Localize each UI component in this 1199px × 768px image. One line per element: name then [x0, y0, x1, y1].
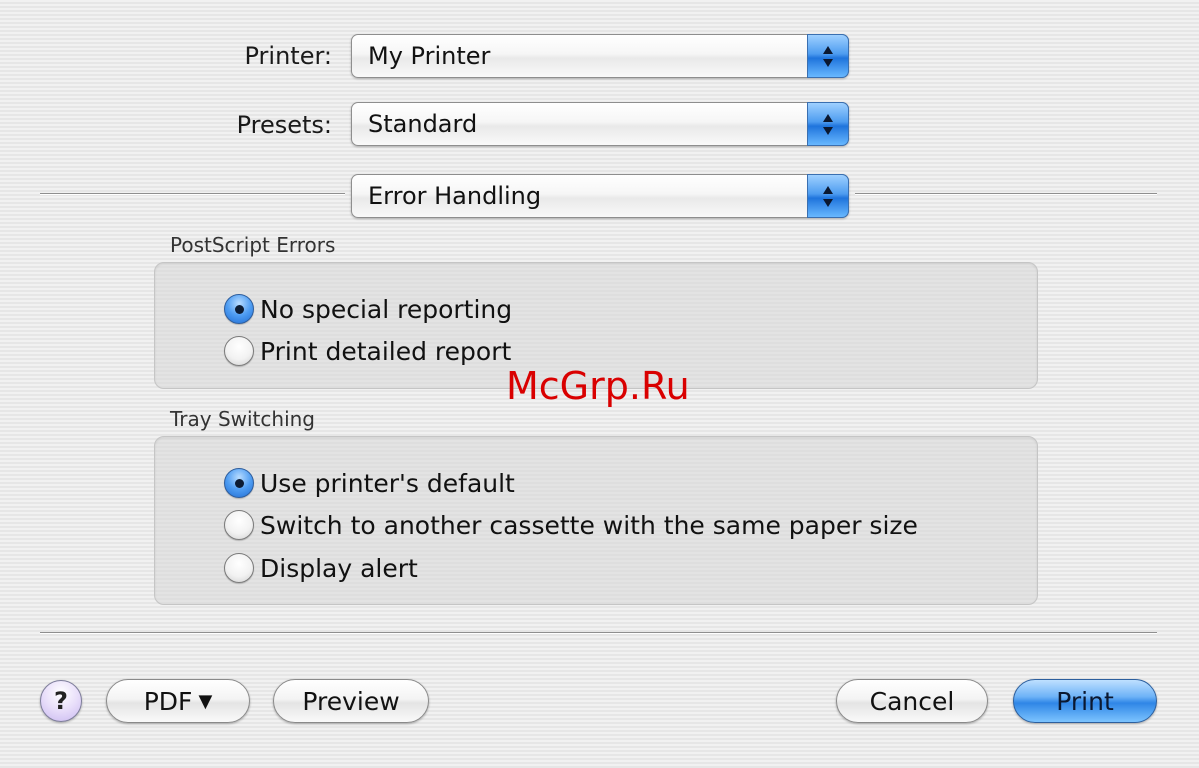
- radio-label: Print detailed report: [260, 336, 512, 366]
- pane-value: Error Handling: [368, 182, 542, 210]
- pdf-button[interactable]: PDF ▼: [106, 679, 250, 723]
- radio-button-selected[interactable]: [224, 294, 254, 324]
- radio-button[interactable]: [224, 336, 254, 366]
- radio-switch-cassette[interactable]: Switch to another cassette with the same…: [224, 508, 918, 542]
- radio-display-alert[interactable]: Display alert: [224, 551, 418, 585]
- radio-label: Use printer's default: [260, 468, 515, 498]
- popup-arrows-icon: [807, 34, 849, 78]
- pane-popup[interactable]: Error Handling: [351, 174, 849, 218]
- help-button[interactable]: ?: [40, 680, 82, 722]
- presets-label: Presets:: [236, 111, 332, 139]
- preview-button[interactable]: Preview: [273, 679, 429, 723]
- radio-use-printers-default[interactable]: Use printer's default: [224, 466, 515, 500]
- pdf-button-label: PDF: [143, 686, 193, 716]
- preview-button-label: Preview: [302, 686, 400, 716]
- radio-label: Switch to another cassette with the same…: [260, 510, 918, 540]
- tray-switching-title: Tray Switching: [170, 407, 315, 431]
- printer-popup[interactable]: My Printer: [351, 34, 849, 78]
- print-button-label: Print: [1056, 686, 1114, 716]
- triangle-down-icon: ▼: [198, 690, 213, 712]
- separator-right: [855, 193, 1157, 194]
- postscript-errors-title: PostScript Errors: [170, 233, 336, 257]
- popup-arrows-icon: [807, 102, 849, 146]
- cancel-button-label: Cancel: [869, 686, 955, 716]
- printer-label: Printer:: [244, 42, 332, 70]
- presets-value: Standard: [368, 110, 478, 138]
- radio-button-selected[interactable]: [224, 468, 254, 498]
- cancel-button[interactable]: Cancel: [836, 679, 988, 723]
- radio-button[interactable]: [224, 553, 254, 583]
- help-icon: ?: [54, 687, 68, 715]
- printer-value: My Printer: [368, 42, 491, 70]
- radio-label: No special reporting: [260, 294, 513, 324]
- watermark-text: McGrp.Ru: [506, 364, 690, 408]
- tray-switching-group: Use printer's default Switch to another …: [154, 436, 1038, 605]
- radio-no-special-reporting[interactable]: No special reporting: [224, 292, 512, 326]
- radio-button[interactable]: [224, 510, 254, 540]
- radio-label: Display alert: [260, 553, 418, 583]
- separator-bottom: [40, 632, 1157, 633]
- separator-left: [40, 193, 345, 194]
- print-button[interactable]: Print: [1013, 679, 1157, 723]
- radio-print-detailed-report[interactable]: Print detailed report: [224, 334, 511, 368]
- popup-arrows-icon: [807, 174, 849, 218]
- presets-popup[interactable]: Standard: [351, 102, 849, 146]
